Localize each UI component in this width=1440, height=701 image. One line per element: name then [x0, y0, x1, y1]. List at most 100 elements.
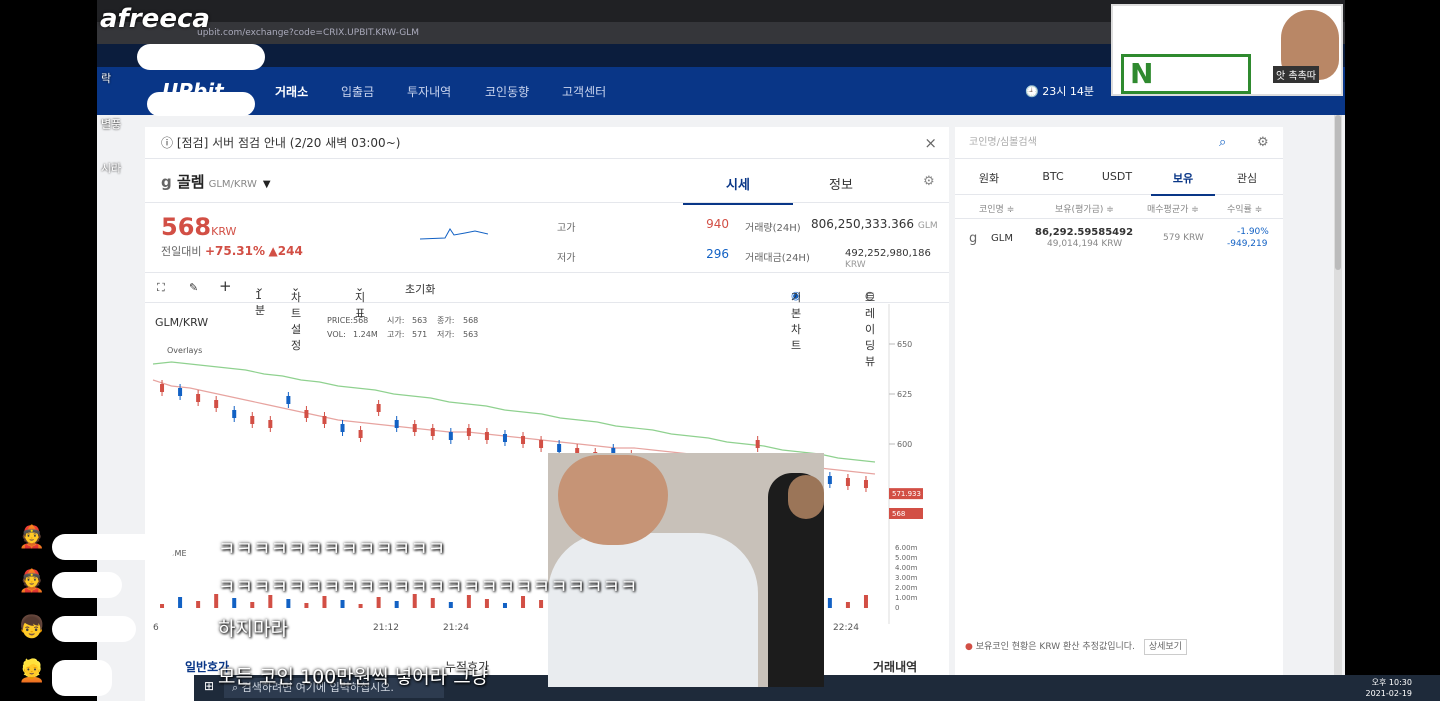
taskbar-time: 오후 10:30 [1371, 678, 1412, 687]
chat-text: 하지마라 [218, 618, 288, 640]
side-chat-text: 락 [101, 72, 112, 85]
amount-number: 492,252,980,186 [845, 248, 931, 259]
chart-title: GLM/KRW [155, 316, 208, 329]
nav-exchange[interactable]: 거래소 [275, 83, 308, 100]
volume-bar [863, 595, 868, 608]
high-value: 940 [706, 217, 729, 231]
y-tick-label: 600 [897, 440, 912, 449]
candle-body [358, 430, 363, 438]
chart-toolbar: ⛶ ✎ + 1분 ⌄ 차트설정 ⌄ 지표 ⌄ 초기화 ◉ 기본 차트 ○ 트레이딩뷰 [145, 273, 949, 368]
interval-select[interactable]: 1분 ⌄ [255, 281, 265, 317]
detail-button[interactable]: 상세보기 [1143, 639, 1187, 655]
candle-body [827, 476, 832, 484]
scrollbar-thumb[interactable] [1335, 115, 1341, 270]
candle-body [376, 404, 381, 412]
gear-icon[interactable]: ⚙ [923, 174, 935, 189]
close-icon[interactable]: × [924, 127, 937, 159]
nav-trends[interactable]: 코인동향 [485, 83, 529, 100]
redacted-nickname [137, 44, 265, 70]
col-profit[interactable]: 수익률 ≑ [1227, 202, 1262, 215]
col-avg-price[interactable]: 매수평균가 ≑ [1147, 202, 1199, 215]
current-price: 568KRW [161, 213, 236, 241]
volume-tick-label: 0 [895, 604, 899, 612]
fullscreen-icon[interactable]: ⛶ [157, 281, 165, 295]
volume-tick-label: 3.00m [895, 574, 918, 582]
crosshair-icon[interactable]: + [219, 277, 232, 295]
info-vol: 1.24M [353, 330, 378, 339]
col-holding[interactable]: 보유(평가금) ≑ [1055, 202, 1114, 215]
row-value-number: 49,014,194 [1047, 239, 1099, 249]
col-coin[interactable]: 코인명 ≑ [979, 202, 1014, 215]
camera-caption: 앗 촉촉따 [1273, 66, 1319, 83]
tab-info[interactable]: 정보 [829, 174, 853, 193]
candle-body [845, 478, 850, 486]
address-url[interactable]: upbit.com/exchange?code=CRIX.UPBIT.KRW-G… [197, 28, 419, 38]
candle-body [232, 410, 237, 418]
chart-settings-menu[interactable]: 차트설정 ⌄ [291, 281, 301, 352]
change-amount: ▲244 [268, 244, 303, 258]
candle-body [557, 444, 562, 452]
candle-body [430, 428, 435, 436]
price-currency: KRW [211, 225, 237, 238]
amount-label: 거래대금(24H) [745, 253, 810, 264]
search-icon[interactable]: ⌕ [1219, 127, 1226, 159]
side-chat-text: 시라 [101, 162, 122, 175]
taskbar-date: 2021-02-19 [1365, 689, 1413, 698]
pencil-icon[interactable]: ✎ [189, 281, 198, 294]
candle-body [412, 424, 417, 432]
chat-text: ㅋㅋㅋㅋㅋㅋㅋㅋㅋㅋㅋㅋㅋㅋㅋㅋㅋㅋㅋㅋㅋㅋㅋㅋ [218, 576, 638, 598]
row-coin: GLM [991, 233, 1013, 244]
redacted-nickname [52, 572, 122, 598]
candle-body [466, 428, 471, 436]
user-avatar-icon: 👲 [18, 569, 46, 594]
nav-deposit[interactable]: 입출금 [341, 83, 374, 100]
webcam-overlay: N 앗 촉촉따 [1111, 4, 1343, 96]
info-high: 571 [412, 330, 427, 339]
tab-trade-history[interactable]: 거래내역 [873, 658, 917, 675]
tab-holdings[interactable]: 보유 [1151, 170, 1215, 196]
tab-quote[interactable]: 시세 [683, 174, 793, 205]
tab-krw[interactable]: 원화 [957, 170, 1021, 186]
table-row[interactable]: g GLM 86,292.59585492 49,014,194 KRW 579… [955, 219, 1283, 257]
indicators-menu[interactable]: 지표 ⌄ [355, 281, 365, 320]
tab-btc[interactable]: BTC [1021, 170, 1085, 183]
tab-favorites[interactable]: 관심 [1215, 170, 1279, 186]
chat-text: 모든 코인 100만원씩 넣어라 그냥 [218, 666, 489, 688]
coin-search-input[interactable]: 코인명/심볼검색 ⌕ ⚙ [955, 127, 1283, 159]
user-avatar-icon: 👲 [18, 525, 46, 550]
x-tick-label: 22:24 [833, 623, 859, 633]
row-profit-pct: -1.90% [1237, 227, 1269, 237]
nav-investments[interactable]: 투자내역 [407, 83, 451, 100]
tab-usdt[interactable]: USDT [1085, 170, 1149, 183]
scrollbar[interactable] [1334, 115, 1342, 675]
price-value: 568 [161, 213, 212, 241]
y-tick-label: 650 [897, 340, 912, 349]
candle-body [863, 480, 868, 488]
high-label: 고가 [557, 223, 576, 234]
warning-icon: ● [965, 642, 973, 652]
volume-value: 806,250,333.366 GLM [811, 217, 938, 231]
system-clock[interactable]: 오후 10:30 2021-02-19 [1366, 677, 1413, 699]
volume-tick-label: 5.00m [895, 554, 918, 562]
low-label: 저가 [557, 253, 576, 264]
clock-icon: 🕘 [1025, 85, 1043, 98]
gear-icon[interactable]: ⚙ [1257, 127, 1269, 159]
coin-list-panel: 코인명/심볼검색 ⌕ ⚙ 원화 BTC USDT 보유 관심 코인명 ≑ 보유(… [955, 127, 1283, 701]
candle-body [322, 416, 327, 424]
holdings-header: 코인명 ≑ 보유(평가금) ≑ 매수평균가 ≑ 수익률 ≑ [955, 195, 1283, 219]
volume-label: 거래량(24H) [745, 223, 801, 234]
nav-support[interactable]: 고객센터 [562, 83, 606, 100]
low-value: 296 [706, 247, 729, 261]
reset-button[interactable]: 초기화 [405, 281, 435, 297]
info-close-label: 종가: [437, 316, 454, 325]
candle-body [539, 440, 544, 448]
candle-body [394, 420, 399, 428]
row-avg: 579 KRW [1163, 233, 1204, 243]
row-avg-number: 579 [1163, 233, 1181, 243]
info-low: 563 [463, 330, 478, 339]
price-summary: 568KRW 전일대비 +75.31% ▲244 고가 940 저가 296 거… [145, 203, 949, 273]
change-label: 전일대비 [161, 245, 202, 258]
user-avatar-icon: 👦 [18, 615, 46, 640]
side-chat: 락 별풍 시라 [97, 44, 267, 184]
y-tick-label: 625 [897, 390, 912, 399]
